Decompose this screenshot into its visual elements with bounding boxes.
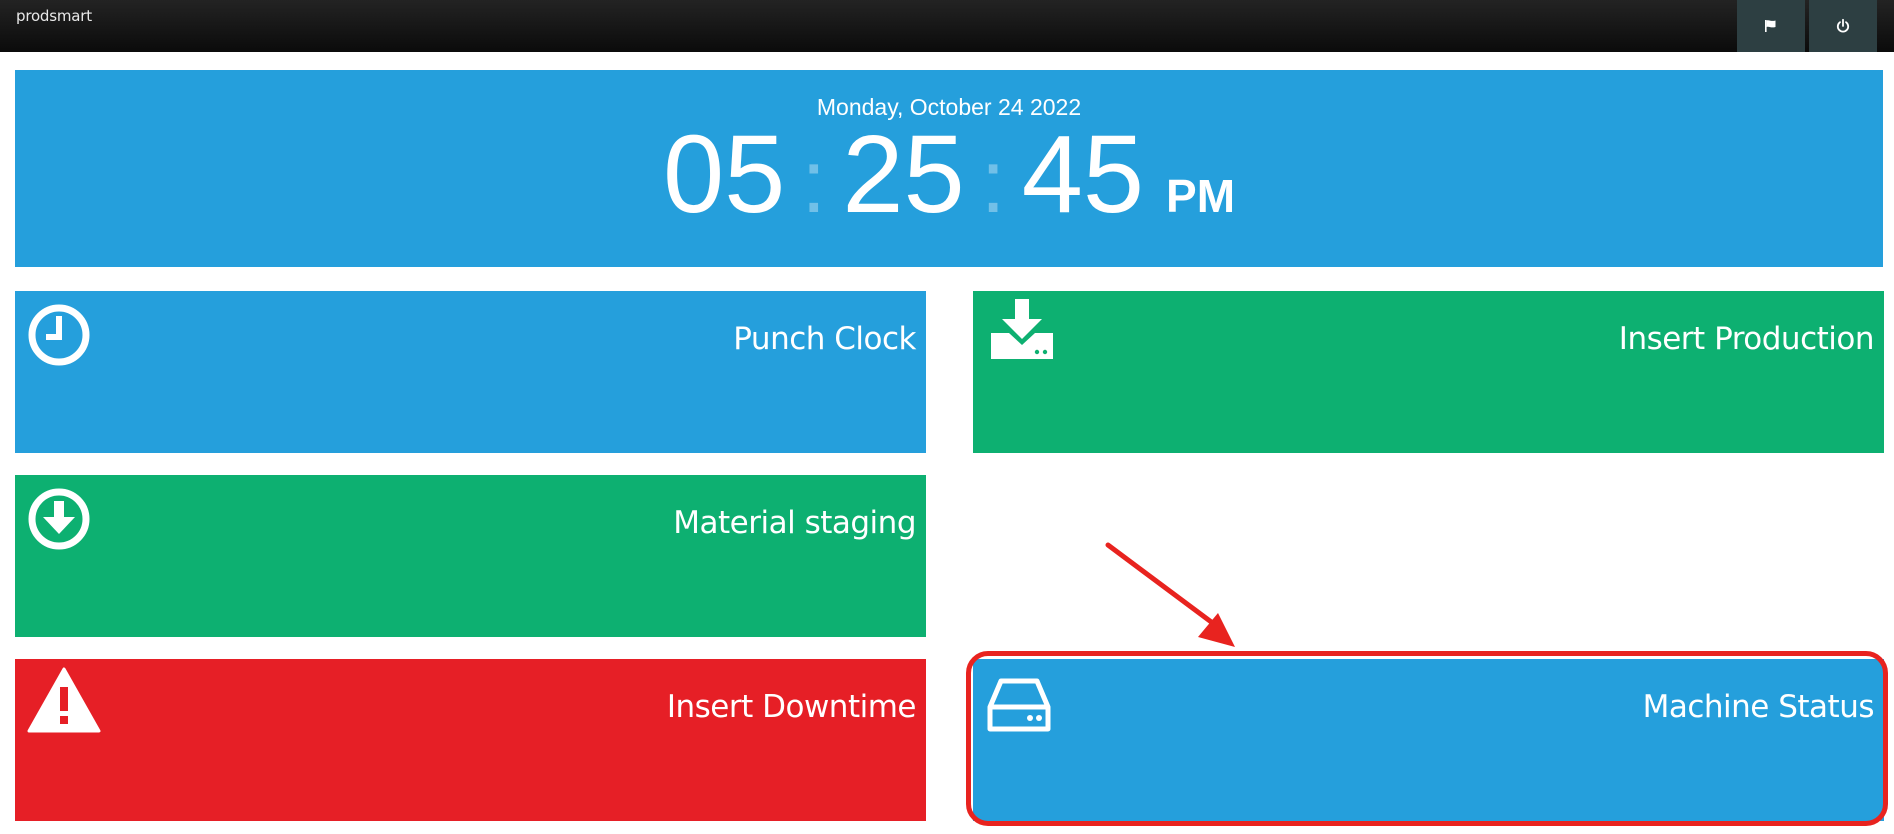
annotation-arrow-icon xyxy=(1105,542,1235,647)
tile-material-staging[interactable]: Material staging xyxy=(15,475,926,637)
clock-separator: : xyxy=(980,132,1006,232)
flag-button[interactable] xyxy=(1737,0,1805,52)
clock-ampm: PM xyxy=(1166,170,1236,222)
clock-hours: 05 xyxy=(662,113,786,236)
tile-machine-status[interactable]: Machine Status xyxy=(973,659,1884,821)
clock-separator: : xyxy=(801,132,827,232)
clock-minutes: 25 xyxy=(842,113,965,236)
tile-label: Insert Production xyxy=(1618,321,1875,357)
clock-seconds: 45 xyxy=(1021,113,1145,236)
power-icon xyxy=(1836,18,1850,33)
flag-icon xyxy=(1765,20,1776,32)
tile-insert-production[interactable]: Insert Production xyxy=(973,291,1884,453)
power-button[interactable] xyxy=(1809,0,1877,52)
tile-label: Material staging xyxy=(673,505,916,541)
brand-logo[interactable]: prodsmart xyxy=(16,7,92,25)
tile-label: Punch Clock xyxy=(733,321,916,357)
warning-icon xyxy=(27,667,101,740)
clock-icon xyxy=(27,303,91,372)
tile-insert-downtime[interactable]: Insert Downtime xyxy=(15,659,926,821)
circle-arrow-down-icon xyxy=(27,487,91,556)
top-navbar: prodsmart xyxy=(0,0,1894,52)
clock-panel: Monday, October 24 2022 05 : 25 : 45 PM xyxy=(15,70,1883,267)
tile-label: Insert Downtime xyxy=(666,689,917,725)
tile-punch-clock[interactable]: Punch Clock xyxy=(15,291,926,453)
download-tray-icon xyxy=(987,299,1057,368)
tile-label: Machine Status xyxy=(1642,689,1875,725)
hard-drive-icon xyxy=(987,677,1051,738)
clock-time: 05 : 25 : 45 PM xyxy=(15,120,1883,230)
